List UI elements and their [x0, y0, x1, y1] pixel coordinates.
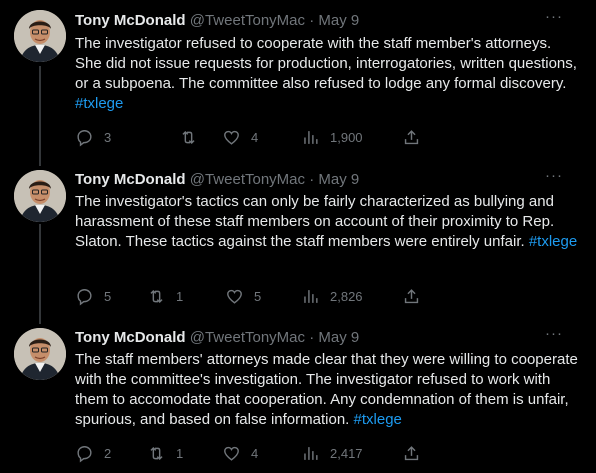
reply-button[interactable]: 5 — [75, 286, 111, 306]
author-name[interactable]: Tony McDonald — [75, 171, 186, 188]
views-button[interactable]: 1,900 — [301, 127, 363, 147]
hashtag-link[interactable]: #txlege — [354, 411, 402, 428]
author-handle[interactable]: @TweetTonyMac — [190, 329, 305, 346]
share-button[interactable] — [402, 286, 421, 306]
reply-button[interactable]: 3 — [75, 127, 111, 147]
tweet-text-content: The investigator's tactics can only be f… — [75, 193, 555, 250]
share-icon — [404, 129, 419, 144]
author-handle[interactable]: @TweetTonyMac — [190, 171, 305, 188]
like-button[interactable]: 4 — [222, 443, 258, 463]
tweet-text: The staff members' attorneys made clear … — [75, 350, 582, 430]
thread-feed: Tony McDonald @TweetTonyMac · May 9 ··· … — [0, 0, 596, 473]
share-icon — [404, 445, 419, 460]
views-button[interactable]: 2,826 — [301, 286, 363, 306]
share-button[interactable] — [402, 443, 421, 463]
tweet-text-content: The investigator refused to cooperate wi… — [75, 35, 577, 92]
more-icon[interactable]: ··· — [544, 326, 564, 348]
like-count: 4 — [251, 129, 259, 145]
retweet-button[interactable]: 1 — [147, 286, 183, 306]
reply-icon — [77, 288, 92, 305]
avatar-image — [14, 328, 66, 380]
views-count: 2,826 — [330, 288, 363, 304]
share-button[interactable] — [402, 127, 421, 147]
author-name[interactable]: Tony McDonald — [75, 12, 186, 29]
reply-icon — [77, 129, 92, 146]
tweet-actions: 3 4 1,900 — [75, 127, 582, 147]
tweet-header: Tony McDonald @TweetTonyMac · May 9 ··· — [75, 168, 582, 190]
retweet-button[interactable] — [179, 127, 208, 147]
like-button[interactable]: 4 — [222, 127, 258, 147]
tweet-text: The investigator's tactics can only be f… — [75, 192, 582, 252]
tweet-header: Tony McDonald @TweetTonyMac · May 9 ··· — [75, 9, 582, 31]
share-icon — [404, 288, 419, 303]
more-icon[interactable]: ··· — [544, 168, 564, 190]
separator-dot: · — [309, 12, 315, 29]
tweet-text-content: The staff members' attorneys made clear … — [75, 351, 578, 428]
avatar-image — [14, 170, 66, 222]
avatar[interactable] — [14, 170, 66, 222]
avatar-image — [14, 10, 66, 62]
author-name[interactable]: Tony McDonald — [75, 329, 186, 346]
tweet-date[interactable]: May 9 — [318, 12, 359, 29]
views-icon — [304, 130, 318, 144]
tweet-header: Tony McDonald @TweetTonyMac · May 9 ··· — [75, 326, 582, 348]
views-icon — [304, 446, 318, 460]
tweet[interactable]: Tony McDonald @TweetTonyMac · May 9 ··· … — [0, 158, 596, 316]
heart-icon — [224, 446, 239, 461]
reply-count: 3 — [104, 129, 112, 145]
like-button[interactable]: 5 — [225, 286, 261, 306]
tweet-date[interactable]: May 9 — [318, 171, 359, 188]
hashtag-link[interactable]: #txlege — [75, 95, 123, 112]
retweet-button[interactable]: 1 — [147, 443, 183, 463]
retweet-icon — [150, 446, 163, 460]
hashtag-link[interactable]: #txlege — [529, 233, 577, 250]
reply-icon — [77, 445, 92, 462]
separator-dot: · — [309, 329, 315, 346]
reply-count: 2 — [104, 445, 112, 461]
author-handle[interactable]: @TweetTonyMac — [190, 12, 305, 29]
tweet[interactable]: Tony McDonald @TweetTonyMac · May 9 ··· … — [0, 0, 596, 158]
heart-icon — [224, 130, 239, 145]
retweet-count: 1 — [176, 445, 184, 461]
retweet-count: 1 — [176, 288, 184, 304]
heart-icon — [227, 289, 242, 304]
avatar[interactable] — [14, 328, 66, 380]
retweet-icon — [150, 289, 163, 303]
retweet-icon — [182, 130, 195, 144]
separator-dot: · — [309, 171, 315, 188]
more-icon[interactable]: ··· — [544, 9, 564, 31]
avatar[interactable] — [14, 10, 66, 62]
tweet-actions: 5 1 5 2,826 — [75, 286, 582, 306]
views-icon — [304, 289, 318, 303]
views-count: 2,417 — [330, 445, 363, 461]
reply-button[interactable]: 2 — [75, 443, 111, 463]
views-count: 1,900 — [330, 129, 363, 145]
tweet-date[interactable]: May 9 — [318, 329, 359, 346]
views-button[interactable]: 2,417 — [301, 443, 363, 463]
like-count: 4 — [251, 445, 259, 461]
like-count: 5 — [254, 288, 262, 304]
tweet-actions: 2 1 4 2,417 — [75, 443, 582, 463]
tweet[interactable]: Tony McDonald @TweetTonyMac · May 9 ··· … — [0, 316, 596, 473]
reply-count: 5 — [104, 288, 112, 304]
tweet-text: The investigator refused to cooperate wi… — [75, 34, 582, 114]
